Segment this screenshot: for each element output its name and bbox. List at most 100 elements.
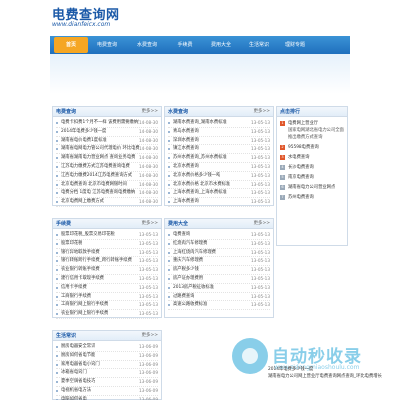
list-item-title[interactable]: 红烧肉汽车修理费 [173, 240, 207, 248]
list-item[interactable]: 江苏电力缴费方式江苏电费查询电费 14-08-30 [56, 163, 158, 172]
list-item-title[interactable]: 电脑如何省电 [61, 396, 87, 400]
fee-more-link[interactable]: 更多>> [141, 220, 158, 228]
list-item-title[interactable]: 2013房产税征收标准 [173, 284, 214, 292]
list-item[interactable]: 电脑如何省电 13-06-09 [56, 396, 158, 400]
rank-item-title[interactable]: 苏州电费查询 [288, 195, 314, 200]
list-item-title[interactable]: 上海水费查询_上海水费标准 [173, 189, 227, 197]
rank-item-title[interactable]: 长沙电费查询 [288, 165, 314, 170]
list-item-title[interactable]: 银行异地取款手续费 [61, 249, 100, 257]
list-item-title[interactable]: 深圳水费查询 [173, 137, 199, 145]
list-item-title[interactable]: 电费卡扣费1个月不一样 该费用需要缴纳到哪 [61, 119, 139, 127]
list-item[interactable]: 股票印花税 13-05-13 [56, 240, 158, 249]
list-item[interactable]: 湖南省电价电费1度标准 14-08-30 [56, 137, 158, 146]
list-item-title[interactable]: 厨房电器安全常识 [61, 343, 95, 351]
list-item[interactable]: 电费分档 1度电 江苏电费查询电费缴纳 14-08-30 [56, 189, 158, 199]
list-item-title[interactable]: 上海水费查询 [173, 198, 199, 206]
list-item[interactable]: 家用电器省电小窍门 13-06-09 [56, 361, 158, 370]
list-item[interactable]: 银行异地取款手续费 13-05-13 [56, 249, 158, 258]
rank-item[interactable]: 5 南京电费查询 [280, 174, 344, 181]
list-item[interactable]: 北京水费价格多少钱一吨 13-05-13 [168, 172, 270, 181]
list-item-title[interactable]: 房产税多少钱 [173, 266, 199, 274]
bottom-news-title[interactable]: 2014年电费多少钱一度 [268, 366, 394, 373]
list-item-title[interactable]: 家用电器省电小窍门 [61, 361, 100, 369]
list-item[interactable]: 湖南省湖南电力营业网点 查询业务电费 14-08-30 [56, 154, 158, 163]
list-item[interactable]: 青岛水费查询 13-05-13 [168, 128, 270, 137]
rank-item[interactable]: 2 95598电费查询 [280, 144, 344, 151]
list-item[interactable]: 建行信用卡取现手续费 13-05-13 [56, 275, 158, 284]
list-item-title[interactable]: 过路费查询 [173, 293, 194, 301]
rank-item[interactable]: 6 湖南省电力公司营业网点 [280, 184, 344, 191]
list-item[interactable]: 信用卡手续费 13-05-13 [56, 284, 158, 293]
list-item[interactable]: 重庆汽车修理费 13-05-13 [168, 257, 270, 267]
list-item-title[interactable]: 北京水费价格 北京市水费标准 [173, 181, 230, 189]
list-item[interactable]: 苏州水费查询_苏州水费标准 13-05-13 [168, 154, 270, 163]
list-item[interactable]: 工商银行手续费 13-05-13 [56, 293, 158, 302]
list-item-title[interactable]: 江西电力缴费2014江苏电费查询方式 [61, 172, 132, 180]
list-item[interactable]: 农业银行转账手续费 13-05-13 [56, 266, 158, 275]
list-item[interactable]: 厨房如何省电节能 13-06-09 [56, 352, 158, 361]
list-item-title[interactable]: 湖南省电网电力管公司代理电价 环比电费增长 [61, 145, 139, 153]
list-item[interactable]: 冰箱省电窍门 13-06-09 [56, 369, 158, 379]
list-item-title[interactable]: 北京水费价格多少钱一吨 [173, 172, 220, 180]
list-item[interactable]: 湖南省电网电力管公司代理电价 环比电费增长14-08-30 [56, 145, 158, 155]
list-item[interactable]: 电视机省电方法 13-06-09 [56, 387, 158, 396]
life-more-link[interactable]: 更多>> [141, 332, 158, 340]
list-item[interactable]: 农业银行网上银行手续费 13-05-13 [56, 310, 158, 319]
list-item[interactable]: 上海水费查询 13-05-13 [168, 198, 270, 207]
list-item-title[interactable]: 银行转账跨行手续费_跨行转账手续费 [61, 257, 132, 265]
list-item[interactable]: 上海水费查询_上海水费标准 13-05-13 [168, 189, 270, 199]
list-item-title[interactable]: 冰箱省电窍门 [61, 369, 87, 377]
rank-item-title[interactable]: 湖南省电力公司营业网点 [288, 185, 335, 190]
list-item[interactable]: 2014年电费多少钱一度 14-08-30 [56, 128, 158, 137]
list-item-title[interactable]: 农业银行转账手续费 [61, 266, 100, 274]
list-item[interactable]: 夏季空调省电技巧 13-06-09 [56, 378, 158, 387]
list-item-title[interactable]: 北京电费网上缴费方式 [61, 198, 104, 206]
list-item-title[interactable]: 股票印花税 [61, 240, 82, 248]
nav-cost[interactable]: 费用大全 [204, 36, 238, 54]
list-item[interactable]: 北京电费网上缴费方式 14-08-30 [56, 198, 158, 207]
list-item[interactable]: 高速公路收费标准 13-05-13 [168, 301, 270, 311]
list-item[interactable]: 电费卡扣费1个月不一样 该费用需要缴纳到哪 14-08-30 [56, 119, 158, 128]
list-item-title[interactable]: 镇江水费查询 [173, 145, 199, 153]
list-item-title[interactable]: 苏州水费查询_苏州水费标准 [173, 154, 227, 162]
list-item-title[interactable]: 电费分档 1度电 江苏电费查询电费缴纳 [61, 189, 135, 197]
rank-item-title[interactable]: 电费网上营业厅 [288, 121, 318, 126]
list-item-title[interactable]: 北京电费查询 北京市电费网银时间 [61, 181, 127, 189]
list-item-title[interactable]: 农业银行网上银行手续费 [61, 310, 108, 318]
list-item-title[interactable]: 北京水费查询 [173, 163, 199, 171]
list-item[interactable]: 北京水费价格 北京市水费标准 13-05-13 [168, 181, 270, 190]
list-item[interactable]: 房产税多少钱 13-05-13 [168, 266, 270, 275]
electric-more-link[interactable]: 更多>> [141, 108, 158, 116]
list-item[interactable]: 过路费查询 13-05-13 [168, 293, 270, 302]
list-item-title[interactable]: 电视机省电方法 [61, 387, 91, 395]
cost-more-link[interactable]: 更多>> [253, 220, 270, 228]
rank-item[interactable]: 3 水电费查询 [280, 154, 344, 161]
nav-home[interactable]: 首页 [54, 37, 88, 53]
list-item-title[interactable]: 上海红烧肉汽车修理费 [173, 249, 216, 257]
list-item-title[interactable]: 股票印花税_股票交易印花税 [61, 231, 115, 239]
nav-water[interactable]: 水费查询 [130, 36, 164, 54]
rank-item[interactable]: 4 长沙电费查询 [280, 164, 344, 171]
list-item-title[interactable]: 湖南省湖南电力营业网点 查询业务电费 [61, 154, 135, 162]
water-more-link[interactable]: 更多>> [253, 108, 270, 116]
list-item[interactable]: 镇江水费查询 13-05-13 [168, 145, 270, 155]
nav-fee[interactable]: 手续费 [168, 36, 202, 54]
nav-life[interactable]: 生活常识 [242, 36, 276, 54]
list-item[interactable]: 红烧肉汽车修理费 13-05-13 [168, 240, 270, 249]
list-item-title[interactable]: 2014年电费多少钱一度 [61, 128, 106, 136]
list-item[interactable]: 北京电费查询 北京市电费网银时间 14-08-30 [56, 181, 158, 190]
list-item-title[interactable]: 江苏电力缴费方式江苏电费查询电费 [61, 163, 130, 171]
list-item-title[interactable]: 房产证办理费用 [173, 275, 203, 283]
list-item[interactable]: 2013房产税征收标准 13-05-13 [168, 284, 270, 293]
rank-item-title[interactable]: 95598电费查询 [288, 145, 319, 150]
rank-item-title[interactable]: 水电费查询 [288, 155, 309, 160]
bottom-news-text[interactable]: 湖南省电力公司网上营业厅电费查询网点查询_环比电费增长 [268, 373, 394, 380]
list-item-title[interactable]: 湖南水费查询_湖南水费标准 [173, 119, 227, 127]
list-item-title[interactable]: 电费查询 [173, 231, 190, 239]
list-item[interactable]: 深圳水费查询 13-05-13 [168, 137, 270, 146]
list-item[interactable]: 江西电力缴费2014江苏电费查询方式 14-08-30 [56, 172, 158, 181]
rank-item[interactable]: 1 电费网上营业厅 国家电网湖北省电力公司全面推出缴费方式查询 [280, 120, 344, 141]
list-item[interactable]: 厨房电器安全常识 13-06-09 [56, 343, 158, 352]
list-item-title[interactable]: 厨房如何省电节能 [61, 352, 95, 360]
list-item-title[interactable]: 夏季空调省电技巧 [61, 378, 95, 386]
